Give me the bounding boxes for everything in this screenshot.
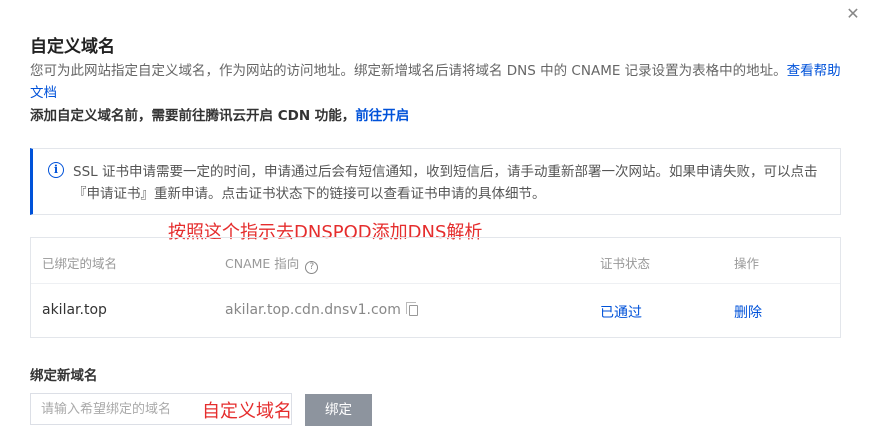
bind-button[interactable]: 绑定 bbox=[305, 394, 372, 426]
cdn-requirement: 添加自定义域名前，需要前往腾讯云开启 CDN 功能，前往开启 bbox=[30, 105, 409, 127]
help-icon[interactable]: ? bbox=[305, 261, 319, 274]
col-cname-label: CNAME 指向 bbox=[225, 256, 300, 271]
bind-new-domain-title: 绑定新域名 bbox=[30, 368, 98, 384]
info-icon: i bbox=[48, 162, 64, 178]
dialog-description: 您可为此网站指定自定义域名，作为网站的访问地址。绑定新增域名后请将域名 DNS … bbox=[30, 60, 842, 104]
requirement-text: 添加自定义域名前，需要前往腾讯云开启 CDN 功能， bbox=[30, 108, 356, 124]
col-status-header: 证书状态 bbox=[600, 256, 651, 271]
custom-domain-dialog: ✕ 自定义域名 您可为此网站指定自定义域名，作为网站的访问地址。绑定新增域名后请… bbox=[0, 0, 873, 440]
annotation-custom-domain: 自定义域名 bbox=[202, 401, 292, 422]
table-header: 已绑定的域名 CNAME 指向? 证书状态 操作 bbox=[31, 238, 840, 284]
enable-cdn-link[interactable]: 前往开启 bbox=[355, 108, 409, 124]
close-icon[interactable]: ✕ bbox=[845, 6, 861, 22]
cname-value: akilar.top.cdn.dnsv1.com bbox=[225, 302, 401, 318]
domain-cell: akilar.top bbox=[42, 302, 107, 318]
col-action-header: 操作 bbox=[734, 256, 760, 271]
delete-link[interactable]: 删除 bbox=[734, 302, 762, 322]
ssl-notice: i SSL 证书申请需要一定的时间，申请通过后会有短信通知，收到短信后，请手动重… bbox=[30, 148, 841, 215]
copy-icon[interactable] bbox=[405, 302, 418, 316]
description-text: 您可为此网站指定自定义域名，作为网站的访问地址。绑定新增域名后请将域名 DNS … bbox=[30, 63, 787, 79]
cert-status-link[interactable]: 已通过 bbox=[600, 302, 642, 322]
col-domain-header: 已绑定的域名 bbox=[42, 256, 118, 271]
col-cname-header: CNAME 指向? bbox=[225, 253, 319, 274]
bound-domains-table: 已绑定的域名 CNAME 指向? 证书状态 操作 akilar.top akil… bbox=[30, 237, 841, 338]
dialog-title: 自定义域名 bbox=[30, 37, 115, 57]
cname-cell: akilar.top.cdn.dnsv1.com bbox=[225, 302, 418, 318]
notice-text: SSL 证书申请需要一定的时间，申请通过后会有短信通知，收到短信后，请手动重新部… bbox=[73, 164, 818, 202]
